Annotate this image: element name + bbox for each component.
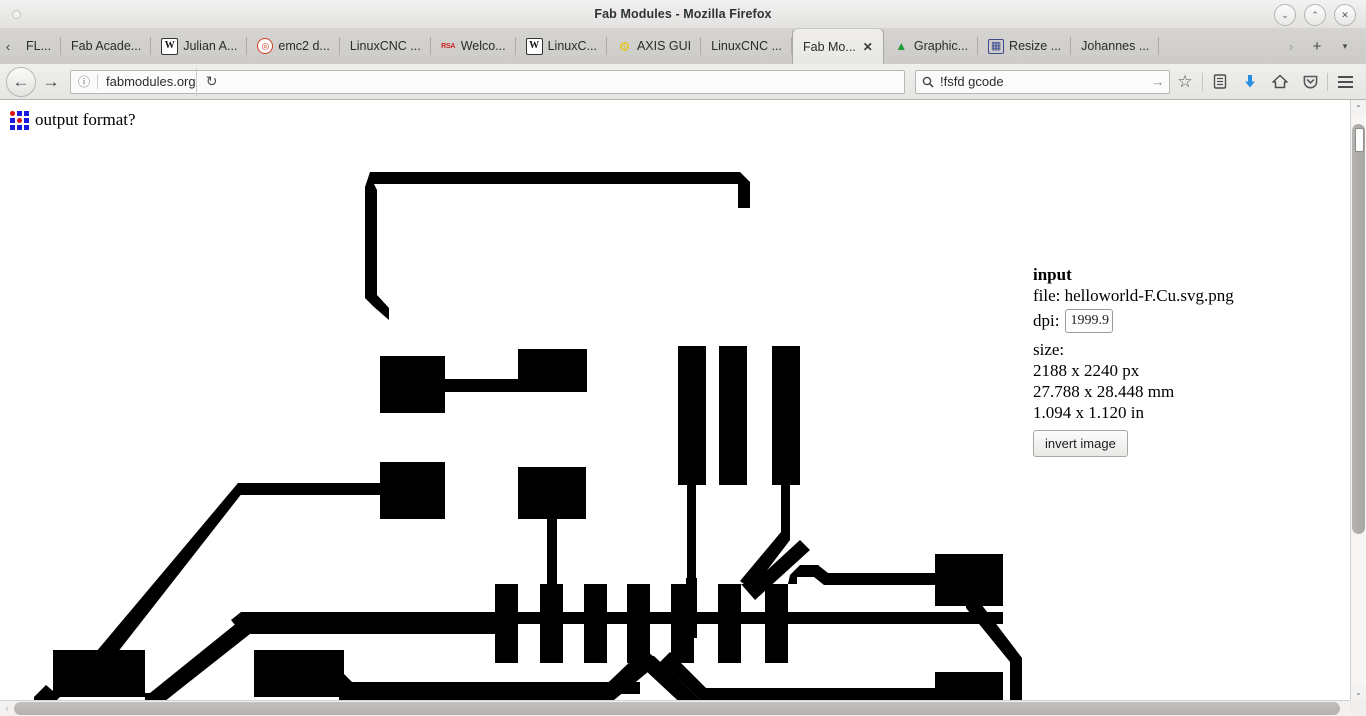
axis-gear-icon: ⚙ [618,38,631,54]
page-content: output format? image (.png) output forma… [0,100,1350,700]
tab-fab-modules[interactable]: Fab Mo... ✕ [792,28,884,64]
size-inches: 1.094 x 1.120 in [1033,403,1144,422]
minimize-icon[interactable]: ⌄ [1274,4,1296,26]
url-bar[interactable]: ⓘ fabmodules.org ↻ [70,67,905,96]
scroll-left-icon[interactable]: ‹ [0,701,14,716]
maximize-icon[interactable]: ⌃ [1304,4,1326,26]
tab-fab-academy[interactable]: Fab Acade... [61,28,152,64]
page-heading-row: output format? [10,110,136,130]
tab-scroll-right-icon[interactable]: › [1280,33,1302,59]
tab-fl[interactable]: FL... [16,28,62,64]
tab-label: Welco... [460,39,506,53]
identity-info-icon[interactable]: ⓘ [71,73,97,90]
back-button[interactable]: ← [6,66,36,97]
window-controls: ⌄ ⌃ ✕ [1274,4,1356,26]
vertical-scroll-thumb[interactable] [1352,124,1365,534]
url-text: fabmodules.org [106,74,196,89]
fabmodules-logo-icon [10,110,29,130]
window-title: Fab Modules - Mozilla Firefox [594,7,772,21]
window-titlebar: Fab Modules - Mozilla Firefox ⌄ ⌃ ✕ [0,0,1366,29]
size-millimeters: 27.788 x 28.448 mm [1033,382,1175,401]
tab-axis-gui[interactable]: ⚙ AXIS GUI [607,28,702,64]
tab-label: Resize ... [1009,39,1062,53]
tab-linuxcnc-1[interactable]: LinuxCNC ... [340,28,431,64]
bookmark-star-icon[interactable]: ☆ [1170,67,1200,97]
forward-button[interactable]: → [36,67,66,97]
input-panel-title: input [1033,265,1072,284]
size-block: size: 2188 x 2240 px 27.788 x 28.448 mm … [1033,339,1323,423]
menu-hamburger-icon[interactable] [1330,67,1360,97]
dpi-input[interactable]: 1999.9 [1065,309,1114,333]
home-icon[interactable] [1265,67,1295,97]
search-go-icon[interactable]: → [1147,74,1169,89]
wikipedia-icon: W [161,37,179,55]
search-input-value[interactable]: !fsfd gcode [940,74,1147,89]
tab-label: LinuxC... [547,39,597,53]
close-icon[interactable]: ✕ [1334,4,1356,26]
input-file-line: file: helloworld-F.Cu.svg.png [1033,286,1234,305]
tab-label: Graphic... [913,39,969,53]
tab-label: Fab Mo... [803,39,856,54]
tab-strip: ‹ FL... Fab Acade... W Julian A... ◎ emc… [0,28,1366,65]
tab-welcome[interactable]: RSA Welco... [431,28,516,64]
size-pixels: 2188 x 2240 px [1033,361,1140,380]
window-menu-dot[interactable] [12,10,21,19]
tab-julian-a[interactable]: W Julian A... [151,28,248,64]
scrollbar-corner [1350,700,1366,716]
tab-strip-controls: › + ▾ [1280,28,1366,64]
tab-label: Julian A... [183,39,238,53]
new-tab-button[interactable]: + [1304,33,1330,59]
search-bar[interactable]: !fsfd gcode → [915,69,1170,94]
search-icon [916,76,940,88]
dpi-row: dpi: 1999.9 [1033,309,1323,333]
tab-resize[interactable]: ▦ Resize ... [978,28,1072,64]
reload-icon[interactable]: ↻ [195,67,227,96]
vertical-scrollbar[interactable]: ⌃ ⌄ [1350,100,1366,700]
tab-close-icon[interactable]: ✕ [863,41,873,53]
size-label: size: [1033,340,1065,359]
list-all-tabs-icon[interactable]: ▾ [1332,33,1358,59]
tab-graphics[interactable]: ▲ Graphic... [884,28,979,64]
pcb-trace-preview[interactable]: helloworld-F.Cu PCB trace preview (black… [0,160,1030,700]
tab-scroll-left-icon[interactable]: ‹ [0,28,16,64]
wikipedia-icon: W [525,37,543,55]
input-info-panel: input file: helloworld-F.Cu.svg.png dpi:… [1033,265,1323,457]
navigation-toolbar: ← → ⓘ fabmodules.org ↻ !fsfd gcode → ☆ [0,64,1366,100]
horizontal-scroll-thumb[interactable] [14,702,1340,715]
invert-image-button[interactable]: invert image [1033,430,1128,457]
pocket-icon[interactable] [1295,67,1325,97]
horizontal-scrollbar[interactable]: ‹ › [0,700,1366,716]
tab-johannes[interactable]: Johannes ... [1071,28,1160,64]
rsa-icon: RSA [441,42,456,50]
gimp-icon: ▲ [895,39,908,53]
tab-label: emc2 d... [278,39,330,53]
page-title: output format? [35,110,136,129]
tab-label: Fab Acade... [71,39,142,53]
tab-emc2-docs[interactable]: ◎ emc2 d... [247,28,341,64]
tab-linuxcnc-wikipedia[interactable]: W LinuxC... [516,28,608,64]
tab-label: FL... [26,39,52,53]
tab-label: LinuxCNC ... [349,39,421,53]
scroll-down-icon[interactable]: ⌄ [1351,684,1366,700]
downloads-icon[interactable] [1235,67,1265,97]
tab-label: Johannes ... [1081,39,1150,53]
sidebar-icon[interactable] [1205,67,1235,97]
toolbar-divider-2 [1327,72,1328,91]
toolbar-divider [1202,72,1203,91]
dpi-label: dpi: [1033,311,1060,330]
resize-icon: ▦ [988,38,1005,54]
vertical-scroll-thumb-marker [1355,128,1364,152]
emc2-icon: ◎ [257,38,274,54]
tab-label: AXIS GUI [636,39,692,53]
tab-linuxcnc-2[interactable]: LinuxCNC ... [701,28,792,64]
tab-label: LinuxCNC ... [711,39,782,53]
scroll-up-icon[interactable]: ⌃ [1351,100,1366,116]
firefox-window: Fab Modules - Mozilla Firefox ⌄ ⌃ ✕ ‹ FL… [0,0,1366,716]
